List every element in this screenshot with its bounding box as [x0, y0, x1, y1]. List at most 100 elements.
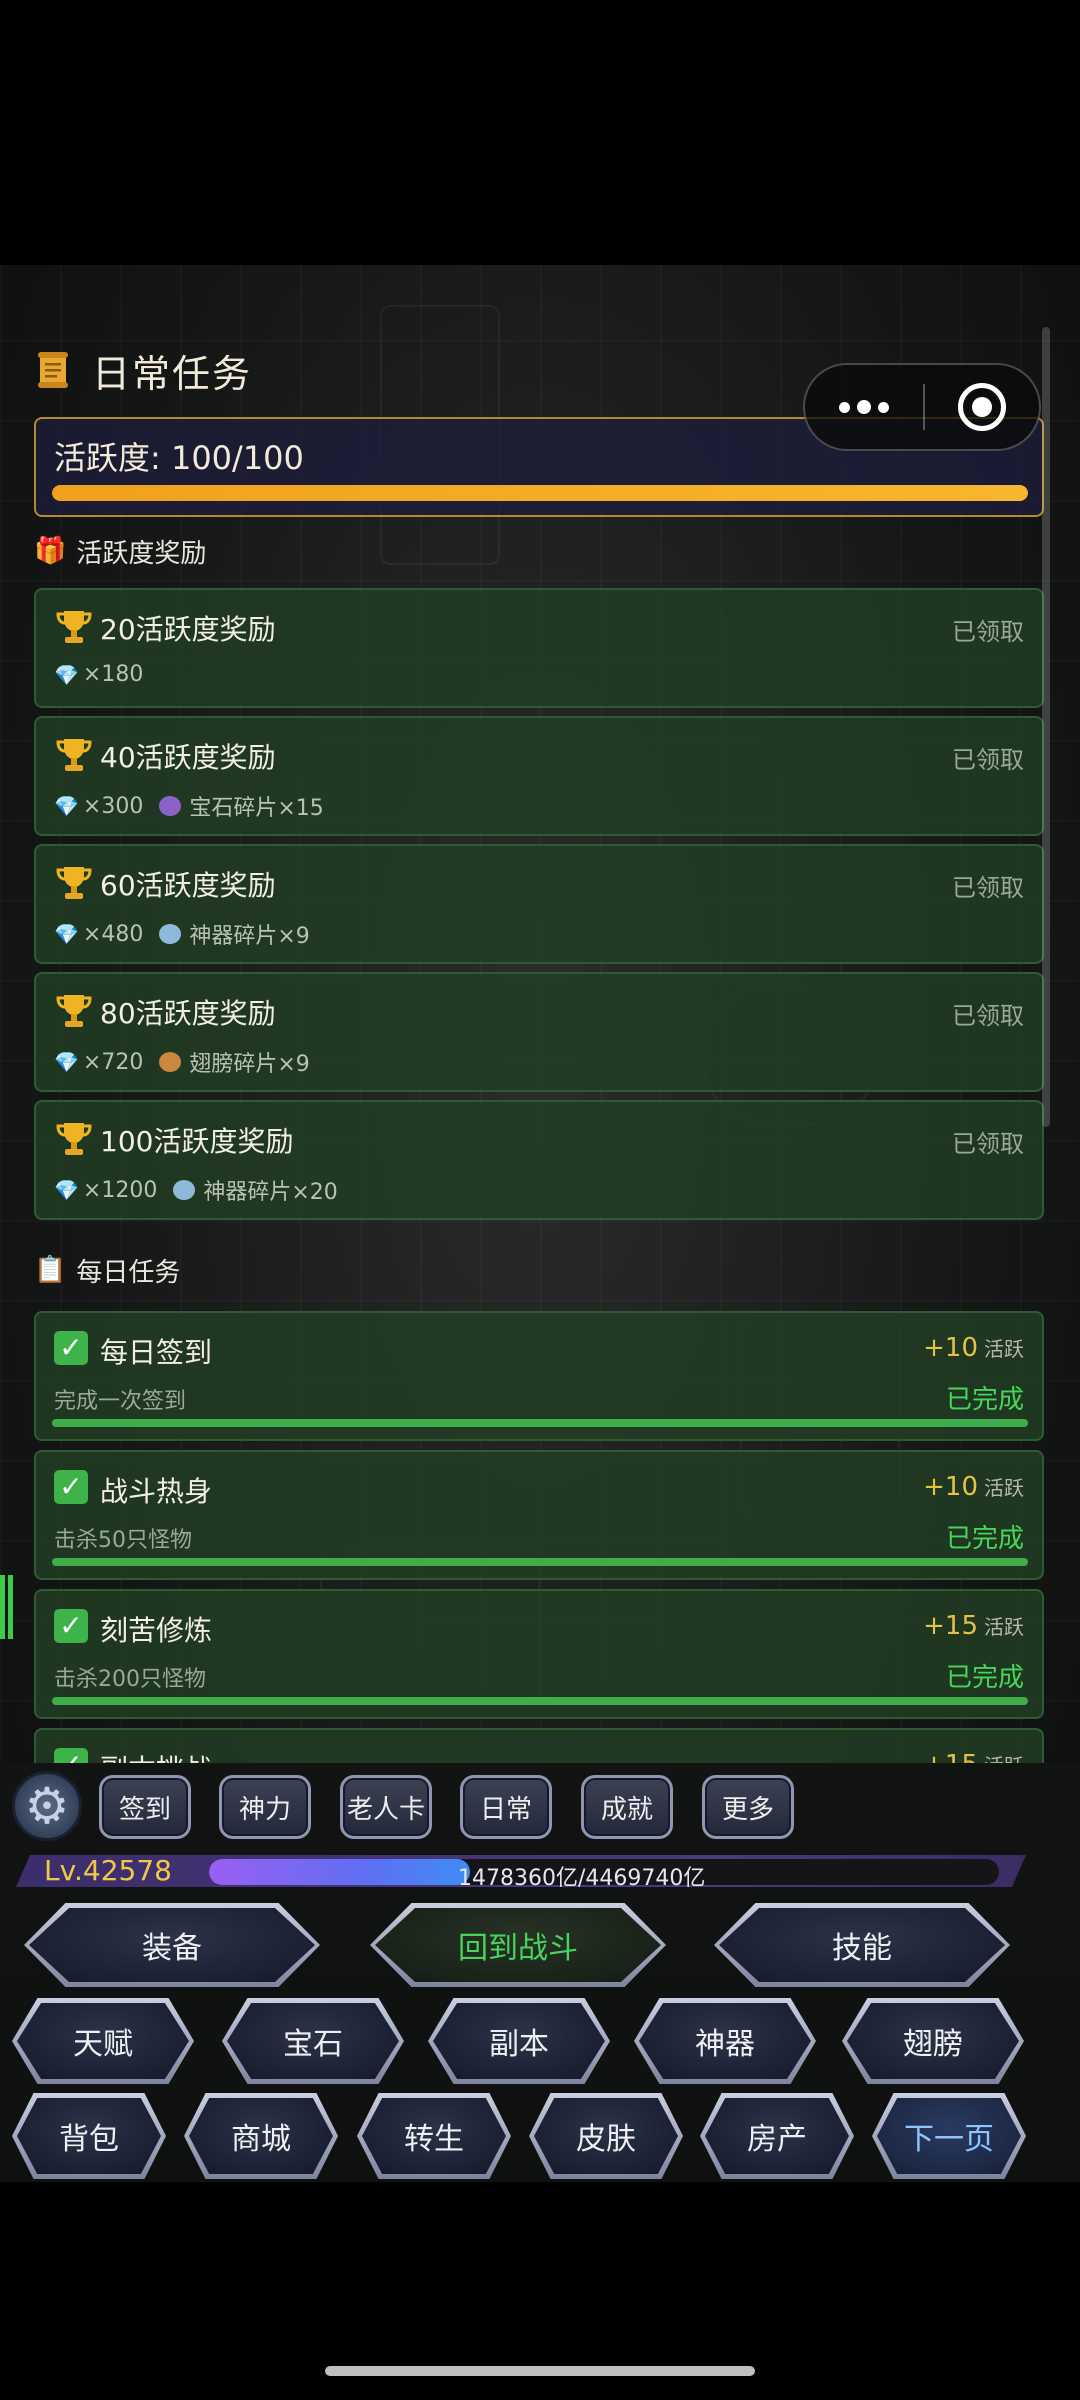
reward-title: 60活跃度奖励 — [100, 869, 276, 902]
reward-diamond-amount: ×180 — [82, 662, 144, 687]
nav-button-label: 装备 — [142, 1931, 202, 1966]
reward-card[interactable]: 80活跃度奖励 已领取 💎 ×720 翅膀碎片×9 — [34, 972, 1044, 1092]
trophy-icon — [56, 611, 92, 643]
nav-button[interactable]: 装备 — [24, 1903, 320, 1987]
nav-button-label: 房产 — [747, 2122, 807, 2157]
check-icon: ✓ — [54, 1470, 88, 1504]
daily-task-card[interactable]: ✓ 战斗热身 +10 活跃击杀50只怪物 已完成 — [34, 1450, 1044, 1580]
reward-card[interactable]: 100活跃度奖励 已领取 💎 ×1200 神器碎片×20 — [34, 1100, 1044, 1220]
daily-task-desc: 完成一次签到 — [54, 1389, 187, 1414]
daily-task-points-unit: 活跃 — [984, 1337, 1024, 1361]
screen: 日常任务 活跃度: 100/100 🎁 活跃度奖励 20活跃度奖励 已领取 💎 ×18… — [0, 0, 1080, 2400]
reward-section-title: 活跃度奖励 — [76, 538, 207, 569]
quick-button[interactable]: 日常 — [460, 1775, 552, 1839]
trophy-icon — [56, 739, 92, 771]
daily-task-title: 刻苦修炼 — [100, 1614, 213, 1647]
quick-button[interactable]: 更多 — [702, 1775, 794, 1839]
nav-button[interactable]: 转生 — [357, 2093, 511, 2179]
reward-fragment-amount: 神器碎片×20 — [203, 1180, 338, 1205]
daily-task-desc: 击杀50只怪物 — [54, 1528, 192, 1553]
nav-button-label: 背包 — [59, 2122, 119, 2157]
daily-task-desc: 击杀200只怪物 — [54, 1667, 206, 1692]
reward-fragment-amount: 翅膀碎片×9 — [189, 1052, 310, 1077]
side-tab-indicator[interactable] — [0, 1575, 14, 1639]
daily-task-points: +15活跃 — [923, 1611, 1024, 1641]
daily-task-progress-bar — [52, 1419, 1028, 1427]
reward-items: 💎 ×300 宝石碎片×15 — [54, 790, 324, 822]
nav-button[interactable]: 天赋 — [12, 1998, 194, 2084]
daily-section-header: 📋 每日任务 — [34, 1252, 180, 1288]
daily-task-status: 已完成 — [945, 1524, 1024, 1554]
nav-button[interactable]: 皮肤 — [529, 2093, 683, 2179]
reward-items: 💎 ×1200 神器碎片×20 — [54, 1174, 338, 1206]
reward-status: 已领取 — [952, 1002, 1024, 1030]
trophy-icon — [56, 995, 92, 1027]
nav-button[interactable]: 回到战斗 — [370, 1903, 666, 1987]
daily-task-points-value: +10 — [923, 1333, 978, 1363]
fragment-icon — [173, 1180, 196, 1200]
daily-task-progress-bar — [52, 1697, 1028, 1705]
check-icon: ✓ — [54, 1331, 88, 1365]
diamond-icon: 💎 — [54, 794, 79, 818]
reward-items: 💎 ×720 翅膀碎片×9 — [54, 1046, 310, 1078]
more-dots-icon[interactable] — [805, 365, 923, 449]
scrollbar[interactable] — [1042, 327, 1050, 1127]
reward-card[interactable]: 60活跃度奖励 已领取 💎 ×480 神器碎片×9 — [34, 844, 1044, 964]
page-title: 日常任务 — [92, 351, 253, 396]
reward-card[interactable]: 40活跃度奖励 已领取 💎 ×300 宝石碎片×15 — [34, 716, 1044, 836]
check-icon: ✓ — [54, 1609, 88, 1643]
activity-progress-fill — [52, 485, 1028, 501]
nav-button[interactable]: 宝石 — [222, 1998, 404, 2084]
quick-button[interactable]: 神力 — [219, 1775, 311, 1839]
nav-button[interactable]: 背包 — [12, 2093, 166, 2179]
nav-button-label: 转生 — [404, 2122, 464, 2157]
daily-task-points-value: +15 — [923, 1611, 978, 1641]
daily-task-progress-bar — [52, 1558, 1028, 1566]
diamond-icon: 💎 — [54, 1050, 79, 1074]
nav-button-label: 回到战斗 — [458, 1931, 578, 1966]
level-bar: Lv.42578 1478360亿/4469740亿 — [16, 1851, 1026, 1891]
quick-button[interactable]: 成就 — [581, 1775, 673, 1839]
trophy-icon — [56, 867, 92, 899]
nav-button[interactable]: 翅膀 — [842, 1998, 1024, 2084]
nav-button[interactable]: 技能 — [714, 1903, 1010, 1987]
scroll-icon — [38, 352, 68, 388]
nav-button-label: 翅膀 — [903, 2027, 963, 2062]
nav-button-label: 皮肤 — [576, 2122, 636, 2157]
level-label: Lv.42578 — [44, 1854, 172, 1887]
home-indicator[interactable] — [325, 2366, 755, 2376]
daily-task-card[interactable]: ✓ 刻苦修炼 +15 活跃 击杀200只怪物 已完成 — [34, 1589, 1044, 1719]
nav-button-label: 副本 — [489, 2027, 549, 2062]
reward-fragment-amount: 宝石碎片×15 — [189, 796, 324, 821]
daily-task-title: 战斗热身 — [100, 1475, 213, 1508]
quick-button[interactable]: 签到 — [99, 1775, 191, 1839]
daily-task-points-value: +10 — [923, 1472, 978, 1502]
nav-button[interactable]: 下一页 — [872, 2093, 1026, 2179]
title-row: 日常任务 — [34, 345, 253, 396]
quick-button[interactable]: 老人卡 — [340, 1775, 432, 1839]
nav-button[interactable]: 神器 — [634, 1998, 816, 2084]
gear-icon[interactable]: ⚙ — [12, 1771, 82, 1841]
fragment-icon — [159, 924, 182, 944]
daily-task-points-unit: 活跃 — [984, 1476, 1024, 1500]
reward-title: 20活跃度奖励 — [100, 613, 276, 646]
daily-task-title: 每日签到 — [100, 1336, 213, 1369]
reward-status: 已领取 — [952, 746, 1024, 774]
nav-button[interactable]: 副本 — [428, 1998, 610, 2084]
reward-fragment-amount: 神器碎片×9 — [189, 924, 310, 949]
fragment-icon — [159, 1052, 182, 1072]
reward-card[interactable]: 20活跃度奖励 已领取 💎 ×180 — [34, 588, 1044, 708]
daily-task-card[interactable]: ✓ 每日签到 +10 活跃 完成一次签到 已完成 — [34, 1311, 1044, 1441]
reward-diamond-amount: ×1200 — [82, 1177, 158, 1203]
nav-button-label: 天赋 — [73, 2027, 133, 2062]
daily-section-title: 每日任务 — [76, 1257, 181, 1288]
reward-title: 80活跃度奖励 — [100, 997, 276, 1030]
reward-diamond-amount: ×720 — [82, 1049, 144, 1075]
nav-button-label: 下一页 — [904, 2122, 994, 2157]
reward-items: 💎 ×480 神器碎片×9 — [54, 918, 310, 950]
game-view: 日常任务 活跃度: 100/100 🎁 活跃度奖励 20活跃度奖励 已领取 💎 ×18… — [0, 265, 1080, 2182]
nav-button[interactable]: 商城 — [184, 2093, 338, 2179]
target-close-icon[interactable] — [925, 365, 1039, 449]
diamond-icon: 💎 — [54, 662, 79, 687]
nav-button[interactable]: 房产 — [700, 2093, 854, 2179]
